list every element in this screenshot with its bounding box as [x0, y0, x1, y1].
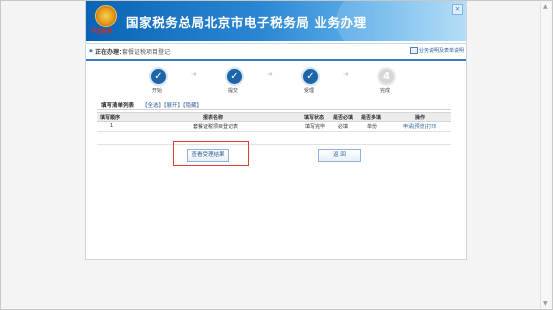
- scroll-down-icon[interactable]: ▼: [543, 301, 548, 307]
- divider: [86, 59, 466, 61]
- emblem-text: 中国税务: [91, 29, 114, 35]
- app-page: 中国税务 国家税务总局北京市电子税务局 业务办理 × ◆ 正在办理： 套餐证税项…: [85, 1, 467, 260]
- bullet-icon: ◆: [89, 48, 93, 54]
- header-banner: 中国税务 国家税务总局北京市电子税务局 业务办理: [86, 1, 466, 41]
- scrollbar[interactable]: ▲ ▼: [540, 2, 551, 309]
- row-required: 必填: [338, 124, 349, 130]
- step-1-check-icon: ✓: [149, 67, 168, 86]
- step-3-label: 受理: [303, 88, 314, 94]
- row-form-name: 套餐证税项目登记表: [193, 124, 239, 130]
- column-header: 操作: [415, 115, 426, 121]
- row-operation-link[interactable]: 申请|预览|打印: [403, 123, 436, 130]
- column-header: 报表名称: [203, 115, 224, 121]
- document-icon: [410, 47, 418, 54]
- column-header: 是否必填: [333, 115, 354, 121]
- back-button[interactable]: 返 回: [318, 149, 361, 162]
- row-order: 1: [110, 123, 114, 129]
- step-2-label: 提交: [227, 88, 238, 94]
- table-header: 填写顺序 报表名称 填写状态 是否必填 是否多填 操作: [97, 112, 451, 122]
- tax-emblem-icon: [95, 5, 117, 27]
- step-arrow-icon: ➜: [191, 70, 197, 78]
- column-header: 填写状态: [304, 115, 325, 121]
- hide-link[interactable]: 【隐藏】: [180, 101, 202, 109]
- table-row: 1 套餐证税项目登记表 填写完毕 必填 单份 申请|预览|打印: [97, 122, 451, 132]
- step-4-number: 4: [377, 67, 396, 86]
- step-4-label: 完成: [379, 88, 390, 94]
- step-2-check-icon: ✓: [225, 67, 244, 86]
- step-arrow-icon: ➜: [267, 70, 273, 78]
- divider: [97, 109, 451, 110]
- close-icon[interactable]: ×: [452, 4, 463, 15]
- row-multi: 单份: [367, 124, 378, 130]
- browser-window: 中国税务 国家税务总局北京市电子税务局 业务办理 × ◆ 正在办理： 套餐证税项…: [0, 0, 553, 310]
- column-header: 是否多填: [361, 115, 382, 121]
- column-header: 填写顺序: [100, 115, 121, 121]
- step-3-check-icon: ✓: [301, 67, 320, 86]
- breadcrumb-value: 套餐证税项目登记: [122, 49, 171, 56]
- row-status: 填写完毕: [305, 124, 326, 130]
- breadcrumb-label: 正在办理：: [95, 49, 126, 56]
- breadcrumb: ◆ 正在办理： 套餐证税项目登记 业务说明及表单说明: [86, 44, 466, 58]
- help-link[interactable]: 业务说明及表单说明: [419, 47, 464, 54]
- page-title: 国家税务总局北京市电子税务局 业务办理: [126, 15, 367, 30]
- highlight-box: [173, 141, 249, 166]
- scroll-up-icon[interactable]: ▲: [543, 4, 548, 10]
- divider: [97, 144, 451, 145]
- step-arrow-icon: ➜: [343, 70, 349, 78]
- list-title: 填写清单列表: [101, 103, 135, 109]
- step-1-label: 开始: [151, 88, 162, 94]
